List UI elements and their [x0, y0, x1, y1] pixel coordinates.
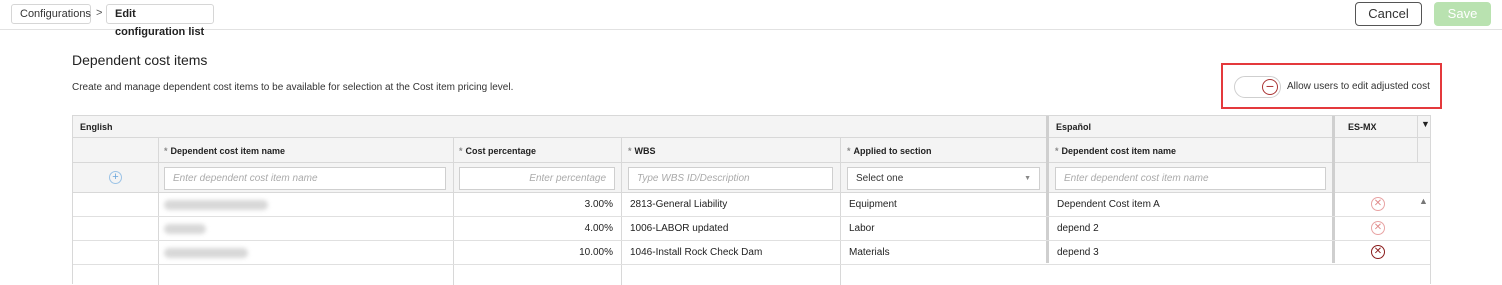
- cancel-button[interactable]: Cancel: [1355, 2, 1422, 26]
- es-name-cell[interactable]: depend 2: [1057, 217, 1099, 241]
- top-bar: Configurations > Edit configuration list…: [0, 0, 1502, 38]
- column-divider: [1417, 116, 1418, 163]
- redacted-name: [164, 248, 248, 258]
- cost-cell[interactable]: 4.00%: [453, 217, 613, 241]
- redacted-name: [164, 200, 268, 210]
- group-header-espanol: Español: [1056, 122, 1092, 132]
- allow-edit-adjusted-cost-toggle[interactable]: −: [1234, 76, 1281, 98]
- page-title: Dependent cost items: [72, 52, 208, 68]
- toggle-highlight-box: − Allow users to edit adjusted cost: [1221, 63, 1442, 109]
- column-header-applied-to-section[interactable]: * Applied to section: [847, 146, 932, 156]
- table-row[interactable]: 10.00% 1046-Install Rock Check Dam Mater…: [73, 241, 1430, 265]
- delete-circle-icon[interactable]: ✕: [1371, 197, 1385, 211]
- breadcrumb-edit-configuration-list: Edit configuration list: [106, 4, 214, 38]
- cost-filter-input[interactable]: Enter percentage: [459, 167, 615, 190]
- caret-down-icon[interactable]: ▼: [1421, 119, 1430, 129]
- table-row[interactable]: 3.00% 2813-General Liability Equipment D…: [73, 193, 1430, 217]
- toggle-label: Allow users to edit adjusted cost: [1287, 81, 1430, 92]
- cost-cell[interactable]: 10.00%: [453, 241, 613, 265]
- dependent-cost-items-grid: English Español ES-MX ▼ * Dependent cost …: [72, 115, 1431, 285]
- save-button[interactable]: Save: [1434, 2, 1491, 26]
- redacted-name: [164, 224, 206, 234]
- column-header-name[interactable]: * Dependent cost item name: [164, 146, 285, 156]
- es-name-cell[interactable]: depend 3: [1057, 241, 1099, 265]
- group-header-row: [73, 116, 1430, 138]
- minus-circle-icon: −: [1262, 79, 1278, 95]
- wbs-cell[interactable]: 1046-Install Rock Check Dam: [630, 241, 762, 265]
- group-header-english: English: [80, 122, 113, 132]
- name-filter-input[interactable]: Enter dependent cost item name: [164, 167, 446, 190]
- caret-down-icon: ▼: [1024, 175, 1031, 182]
- column-header-wbs[interactable]: * WBS: [628, 146, 656, 156]
- section-filter-value: Select one: [856, 173, 904, 184]
- breadcrumb-configurations[interactable]: Configurations: [11, 4, 91, 24]
- chevron-right-icon: >: [96, 7, 103, 19]
- column-header-es-name[interactable]: * Dependent cost item name: [1055, 146, 1176, 156]
- scroll-up-icon[interactable]: ▲: [1419, 196, 1428, 206]
- section-cell[interactable]: Equipment: [849, 193, 897, 217]
- page-description: Create and manage dependent cost items t…: [72, 82, 514, 93]
- delete-circle-icon[interactable]: ✕: [1371, 245, 1385, 259]
- section-cell[interactable]: Labor: [849, 217, 875, 241]
- wbs-cell[interactable]: 2813-General Liability: [630, 193, 727, 217]
- group-header-esmx: ES-MX: [1348, 122, 1377, 132]
- cost-cell[interactable]: 3.00%: [453, 193, 613, 217]
- section-cell[interactable]: Materials: [849, 241, 890, 265]
- wbs-filter-input[interactable]: Type WBS ID/Description: [628, 167, 833, 190]
- column-header-cost-percentage[interactable]: * Cost percentage: [459, 146, 536, 156]
- delete-circle-icon[interactable]: ✕: [1371, 221, 1385, 235]
- section-filter-select[interactable]: Select one ▼: [847, 167, 1040, 190]
- add-circle-icon[interactable]: +: [109, 171, 122, 184]
- table-row[interactable]: 4.00% 1006-LABOR updated Labor depend 2 …: [73, 217, 1430, 241]
- wbs-cell[interactable]: 1006-LABOR updated: [630, 217, 728, 241]
- es-name-cell[interactable]: Dependent Cost item A: [1057, 193, 1160, 217]
- es-name-filter-input[interactable]: Enter dependent cost item name: [1055, 167, 1326, 190]
